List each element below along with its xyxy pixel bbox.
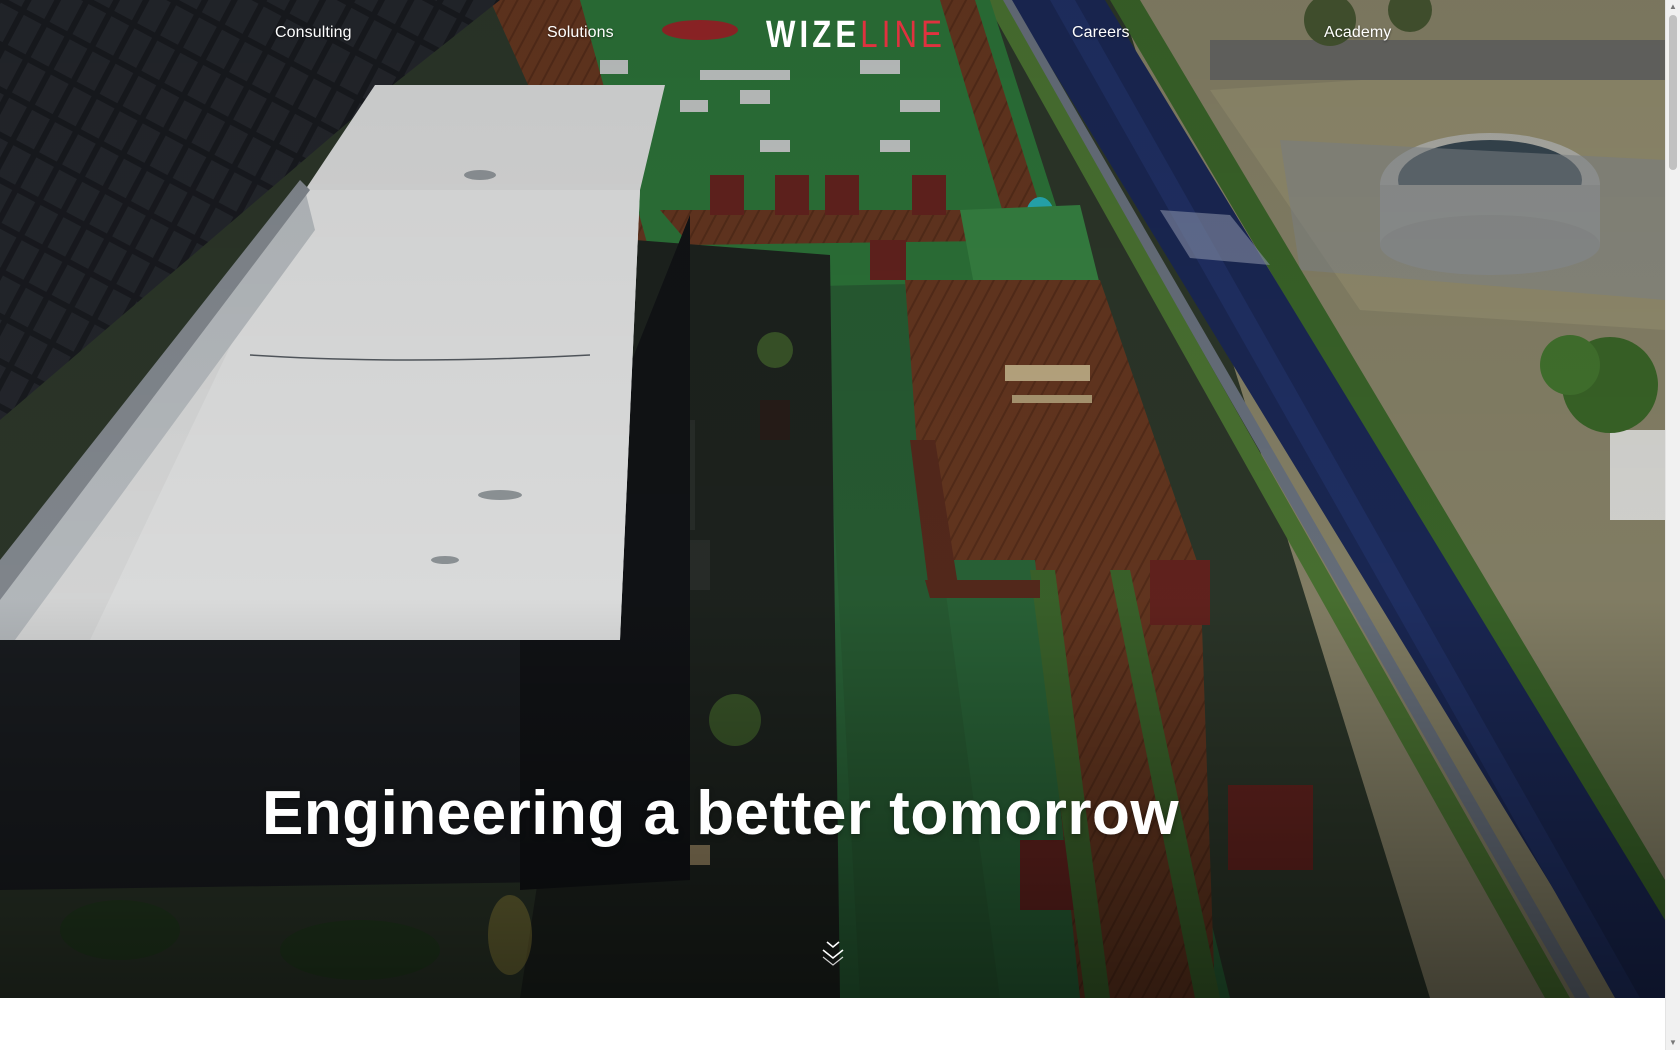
- scroll-up-arrow-icon[interactable]: ▲: [1666, 0, 1680, 14]
- nav-link-solutions[interactable]: Solutions: [547, 24, 614, 42]
- top-navigation: Consulting Solutions WIZE LINE Careers Ac…: [0, 0, 1665, 70]
- wizeline-logo[interactable]: WIZE LINE: [766, 14, 946, 56]
- logo-text-white: WIZE: [766, 14, 861, 56]
- logo-text-red: LINE: [860, 14, 946, 56]
- nav-link-consulting[interactable]: Consulting: [275, 24, 352, 42]
- scroll-down-arrow-icon[interactable]: ▼: [1666, 1036, 1680, 1050]
- nav-link-careers[interactable]: Careers: [1072, 24, 1130, 42]
- page-scrollbar[interactable]: ▲ ▼: [1665, 0, 1680, 1050]
- hero-section: Consulting Solutions WIZE LINE Careers Ac…: [0, 0, 1665, 998]
- page: Consulting Solutions WIZE LINE Careers Ac…: [0, 0, 1680, 1050]
- scrollbar-thumb[interactable]: [1669, 15, 1677, 170]
- hero-headline: Engineering a better tomorrow: [262, 779, 1180, 848]
- nav-link-academy[interactable]: Academy: [1324, 24, 1391, 42]
- double-chevron-down-icon[interactable]: [819, 938, 847, 968]
